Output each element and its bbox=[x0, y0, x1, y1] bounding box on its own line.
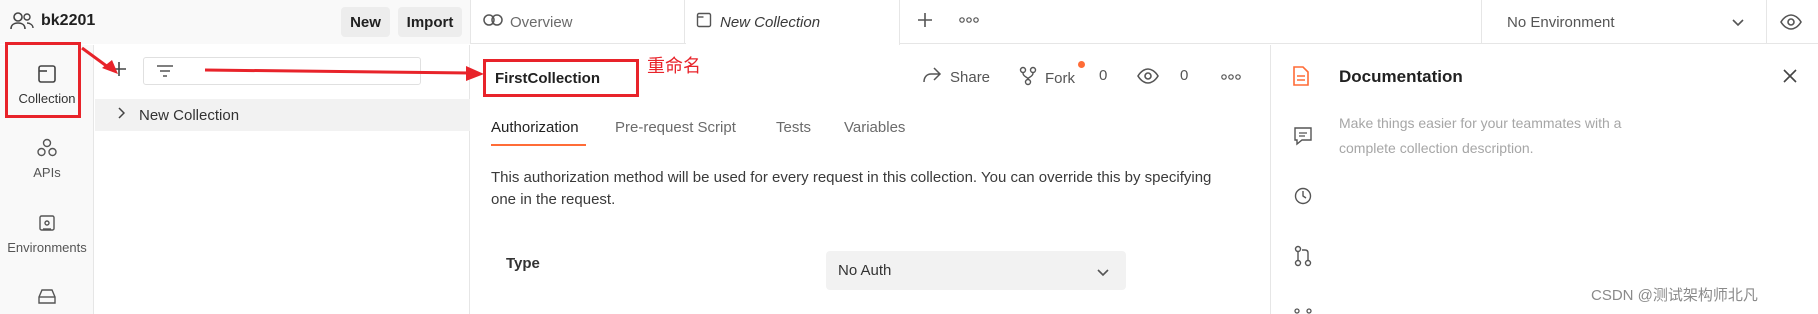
rail-item-environments[interactable]: Environments bbox=[0, 212, 94, 255]
fork-button[interactable]: Fork bbox=[1019, 66, 1075, 91]
fork-label: Fork bbox=[1045, 70, 1075, 87]
tab-tests[interactable]: Tests bbox=[776, 119, 811, 136]
apis-icon bbox=[0, 137, 94, 159]
pull-requests-icon[interactable] bbox=[1293, 245, 1313, 272]
annotation-box-name bbox=[483, 59, 639, 97]
environment-select-value: No Environment bbox=[1507, 13, 1615, 31]
tree-item-new-collection[interactable]: New Collection bbox=[95, 99, 470, 131]
import-button[interactable]: Import bbox=[398, 7, 462, 37]
chevron-right-icon bbox=[117, 106, 126, 124]
fork-icon bbox=[1019, 66, 1037, 91]
type-label: Type bbox=[506, 255, 540, 272]
mock-servers-icon[interactable] bbox=[36, 287, 58, 310]
chevron-down-icon bbox=[1096, 265, 1110, 283]
overview-icon bbox=[482, 12, 504, 33]
documentation-title: Documentation bbox=[1339, 67, 1463, 86]
documentation-panel: Documentation Make things easier for you… bbox=[1270, 45, 1818, 314]
rail-item-apis[interactable]: APIs bbox=[0, 137, 94, 180]
notification-dot bbox=[1078, 61, 1085, 68]
share-button[interactable]: Share bbox=[922, 66, 990, 89]
tab-variables[interactable]: Variables bbox=[844, 119, 905, 136]
share-icon bbox=[922, 66, 942, 89]
tab-new-collection[interactable]: New Collection bbox=[686, 0, 900, 45]
tab-authorization[interactable]: Authorization bbox=[491, 119, 579, 136]
workspace-users-icon bbox=[10, 11, 34, 36]
tab-new-collection-label: New Collection bbox=[720, 14, 821, 31]
tab-pre-request-script[interactable]: Pre-request Script bbox=[615, 119, 736, 136]
annotation-arrows bbox=[81, 46, 484, 81]
watch-icon[interactable] bbox=[1136, 67, 1160, 90]
more-tabs-icon[interactable] bbox=[958, 12, 980, 33]
workspace-header: bk2201 New Import bbox=[0, 0, 471, 44]
chevron-down-icon bbox=[1731, 15, 1745, 33]
annotation-rename-label: 重命名 bbox=[647, 56, 701, 76]
watermark: CSDN @测试架构师北凡 bbox=[1591, 287, 1758, 304]
collection-tab-icon bbox=[696, 12, 712, 33]
top-bar: bk2201 New Import Overview New Collectio… bbox=[0, 0, 1818, 45]
watch-count: 0 bbox=[1180, 67, 1189, 84]
documentation-icon[interactable] bbox=[1292, 65, 1310, 92]
documentation-description: Make things easier for your teammates wi… bbox=[1339, 115, 1622, 156]
rail-item-environments-label: Environments bbox=[7, 240, 87, 255]
share-label: Share bbox=[950, 69, 991, 86]
tab-overview[interactable]: Overview bbox=[472, 0, 685, 44]
new-button[interactable]: New bbox=[341, 7, 390, 37]
add-tab-icon[interactable] bbox=[915, 10, 935, 35]
changelog-icon[interactable] bbox=[1293, 303, 1313, 314]
rail-item-apis-label: APIs bbox=[33, 165, 61, 180]
tab-overview-label: Overview bbox=[510, 13, 573, 31]
environment-quick-look-icon[interactable] bbox=[1779, 12, 1803, 37]
environment-select[interactable]: No Environment bbox=[1481, 0, 1767, 44]
comments-icon[interactable] bbox=[1293, 126, 1313, 151]
active-tab-indicator bbox=[491, 144, 586, 146]
more-actions-icon[interactable] bbox=[1220, 70, 1242, 88]
environments-icon bbox=[0, 212, 94, 234]
fork-count: 0 bbox=[1099, 67, 1108, 84]
workspace-name[interactable]: bk2201 bbox=[41, 12, 95, 30]
auth-type-value: No Auth bbox=[838, 262, 892, 279]
close-icon[interactable] bbox=[1781, 67, 1799, 90]
tree-item-label: New Collection bbox=[139, 106, 240, 124]
auth-description: This authorization method will be used f… bbox=[491, 169, 1212, 208]
annotation-box-collection bbox=[5, 42, 81, 118]
history-icon[interactable] bbox=[1293, 186, 1313, 211]
auth-type-select[interactable]: No Auth bbox=[826, 251, 1126, 290]
